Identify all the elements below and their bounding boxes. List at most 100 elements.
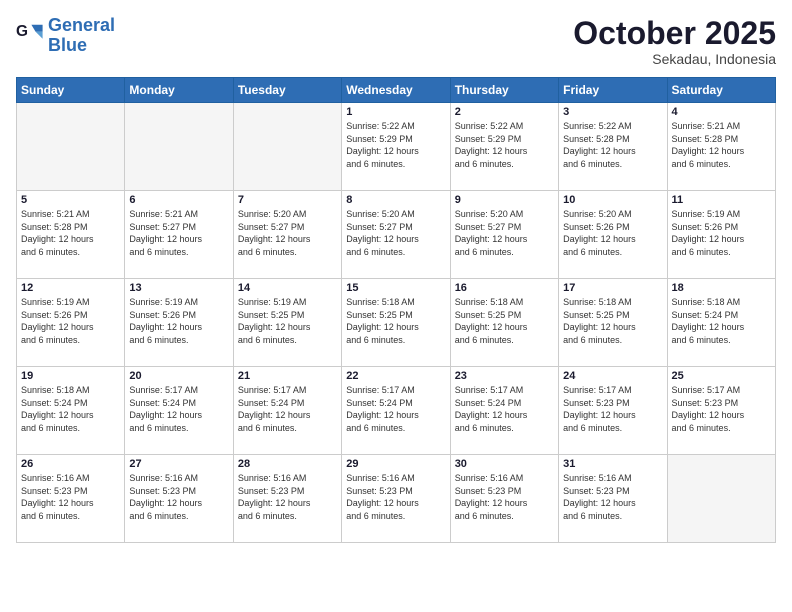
day-info: Sunrise: 5:19 AM Sunset: 5:25 PM Dayligh… <box>238 296 337 346</box>
calendar-cell: 16 Sunrise: 5:18 AM Sunset: 5:25 PM Dayli… <box>450 279 558 367</box>
weekday-header-thursday: Thursday <box>450 78 558 103</box>
calendar-cell: 29 Sunrise: 5:16 AM Sunset: 5:23 PM Dayli… <box>342 455 450 543</box>
day-info: Sunrise: 5:20 AM Sunset: 5:26 PM Dayligh… <box>563 208 662 258</box>
header: G General Blue October 2025 Sekadau, Ind… <box>16 16 776 67</box>
calendar-cell: 27 Sunrise: 5:16 AM Sunset: 5:23 PM Dayli… <box>125 455 233 543</box>
day-number: 21 <box>238 370 337 382</box>
day-info: Sunrise: 5:21 AM Sunset: 5:27 PM Dayligh… <box>129 208 228 258</box>
calendar-cell: 12 Sunrise: 5:19 AM Sunset: 5:26 PM Dayli… <box>17 279 125 367</box>
day-number: 22 <box>346 370 445 382</box>
day-number: 17 <box>563 282 662 294</box>
day-number: 3 <box>563 106 662 118</box>
calendar-cell <box>17 103 125 191</box>
day-info: Sunrise: 5:20 AM Sunset: 5:27 PM Dayligh… <box>238 208 337 258</box>
day-number: 24 <box>563 370 662 382</box>
calendar-cell <box>233 103 341 191</box>
location-subtitle: Sekadau, Indonesia <box>573 51 776 67</box>
calendar-cell: 28Sunrise: 5:16 AM Sunset: 5:23 PM Dayli… <box>233 455 341 543</box>
calendar-cell: 24Sunrise: 5:17 AM Sunset: 5:23 PM Dayli… <box>559 367 667 455</box>
day-info: Sunrise: 5:16 AM Sunset: 5:23 PM Dayligh… <box>238 472 337 522</box>
calendar-cell: 9Sunrise: 5:20 AM Sunset: 5:27 PM Daylig… <box>450 191 558 279</box>
day-number: 6 <box>129 194 228 206</box>
day-info: Sunrise: 5:17 AM Sunset: 5:24 PM Dayligh… <box>346 384 445 434</box>
day-info: Sunrise: 5:16 AM Sunset: 5:23 PM Dayligh… <box>346 472 445 522</box>
calendar-cell: 5Sunrise: 5:21 AM Sunset: 5:28 PM Daylig… <box>17 191 125 279</box>
day-info: Sunrise: 5:19 AM Sunset: 5:26 PM Dayligh… <box>129 296 228 346</box>
day-number: 9 <box>455 194 554 206</box>
calendar-cell: 4 Sunrise: 5:21 AM Sunset: 5:28 PM Daylig… <box>667 103 775 191</box>
day-info: Sunrise: 5:22 AM Sunset: 5:29 PM Dayligh… <box>455 120 554 170</box>
calendar-week-5: 26 Sunrise: 5:16 AM Sunset: 5:23 PM Dayli… <box>17 455 776 543</box>
day-number: 4 <box>672 106 771 118</box>
day-info: Sunrise: 5:21 AM Sunset: 5:28 PM Dayligh… <box>21 208 120 258</box>
day-info: Sunrise: 5:17 AM Sunset: 5:23 PM Dayligh… <box>672 384 771 434</box>
day-info: Sunrise: 5:16 AM Sunset: 5:23 PM Dayligh… <box>129 472 228 522</box>
calendar-cell: 1 Sunrise: 5:22 AM Sunset: 5:29 PM Daylig… <box>342 103 450 191</box>
calendar-week-2: 5Sunrise: 5:21 AM Sunset: 5:28 PM Daylig… <box>17 191 776 279</box>
weekday-header-row: SundayMondayTuesdayWednesdayThursdayFrid… <box>17 78 776 103</box>
calendar-cell: 20 Sunrise: 5:17 AM Sunset: 5:24 PM Dayli… <box>125 367 233 455</box>
calendar-cell: 21Sunrise: 5:17 AM Sunset: 5:24 PM Dayli… <box>233 367 341 455</box>
calendar-week-3: 12 Sunrise: 5:19 AM Sunset: 5:26 PM Dayli… <box>17 279 776 367</box>
calendar-cell: 2 Sunrise: 5:22 AM Sunset: 5:29 PM Daylig… <box>450 103 558 191</box>
day-number: 7 <box>238 194 337 206</box>
day-info: Sunrise: 5:19 AM Sunset: 5:26 PM Dayligh… <box>21 296 120 346</box>
calendar-cell: 10Sunrise: 5:20 AM Sunset: 5:26 PM Dayli… <box>559 191 667 279</box>
day-info: Sunrise: 5:17 AM Sunset: 5:24 PM Dayligh… <box>455 384 554 434</box>
day-number: 27 <box>129 458 228 470</box>
day-info: Sunrise: 5:21 AM Sunset: 5:28 PM Dayligh… <box>672 120 771 170</box>
day-number: 31 <box>563 458 662 470</box>
calendar-week-4: 19 Sunrise: 5:18 AM Sunset: 5:24 PM Dayli… <box>17 367 776 455</box>
calendar-cell: 13 Sunrise: 5:19 AM Sunset: 5:26 PM Dayli… <box>125 279 233 367</box>
logo-line1: General <box>48 15 115 35</box>
day-info: Sunrise: 5:18 AM Sunset: 5:25 PM Dayligh… <box>346 296 445 346</box>
day-number: 19 <box>21 370 120 382</box>
day-number: 15 <box>346 282 445 294</box>
day-info: Sunrise: 5:18 AM Sunset: 5:25 PM Dayligh… <box>455 296 554 346</box>
weekday-header-wednesday: Wednesday <box>342 78 450 103</box>
day-number: 26 <box>21 458 120 470</box>
calendar-cell: 8 Sunrise: 5:20 AM Sunset: 5:27 PM Daylig… <box>342 191 450 279</box>
day-info: Sunrise: 5:22 AM Sunset: 5:29 PM Dayligh… <box>346 120 445 170</box>
calendar-cell: 23 Sunrise: 5:17 AM Sunset: 5:24 PM Dayli… <box>450 367 558 455</box>
day-number: 29 <box>346 458 445 470</box>
weekday-header-sunday: Sunday <box>17 78 125 103</box>
day-number: 20 <box>129 370 228 382</box>
calendar-cell: 19 Sunrise: 5:18 AM Sunset: 5:24 PM Dayli… <box>17 367 125 455</box>
calendar-cell: 31 Sunrise: 5:16 AM Sunset: 5:23 PM Dayli… <box>559 455 667 543</box>
calendar-cell: 26 Sunrise: 5:16 AM Sunset: 5:23 PM Dayli… <box>17 455 125 543</box>
calendar-cell: 6 Sunrise: 5:21 AM Sunset: 5:27 PM Daylig… <box>125 191 233 279</box>
day-info: Sunrise: 5:19 AM Sunset: 5:26 PM Dayligh… <box>672 208 771 258</box>
calendar-cell: 30Sunrise: 5:16 AM Sunset: 5:23 PM Dayli… <box>450 455 558 543</box>
weekday-header-saturday: Saturday <box>667 78 775 103</box>
day-info: Sunrise: 5:18 AM Sunset: 5:25 PM Dayligh… <box>563 296 662 346</box>
day-number: 1 <box>346 106 445 118</box>
day-info: Sunrise: 5:18 AM Sunset: 5:24 PM Dayligh… <box>672 296 771 346</box>
day-number: 14 <box>238 282 337 294</box>
day-number: 13 <box>129 282 228 294</box>
day-number: 18 <box>672 282 771 294</box>
logo-line2: Blue <box>48 35 87 55</box>
calendar-cell: 22 Sunrise: 5:17 AM Sunset: 5:24 PM Dayli… <box>342 367 450 455</box>
day-number: 23 <box>455 370 554 382</box>
day-info: Sunrise: 5:16 AM Sunset: 5:23 PM Dayligh… <box>455 472 554 522</box>
calendar-table: SundayMondayTuesdayWednesdayThursdayFrid… <box>16 77 776 543</box>
day-info: Sunrise: 5:16 AM Sunset: 5:23 PM Dayligh… <box>563 472 662 522</box>
day-info: Sunrise: 5:20 AM Sunset: 5:27 PM Dayligh… <box>346 208 445 258</box>
day-info: Sunrise: 5:18 AM Sunset: 5:24 PM Dayligh… <box>21 384 120 434</box>
day-number: 25 <box>672 370 771 382</box>
calendar-cell: 18 Sunrise: 5:18 AM Sunset: 5:24 PM Dayli… <box>667 279 775 367</box>
day-number: 12 <box>21 282 120 294</box>
day-number: 11 <box>672 194 771 206</box>
day-number: 16 <box>455 282 554 294</box>
calendar-cell: 25 Sunrise: 5:17 AM Sunset: 5:23 PM Dayli… <box>667 367 775 455</box>
day-number: 2 <box>455 106 554 118</box>
svg-text:G: G <box>16 23 28 40</box>
day-info: Sunrise: 5:17 AM Sunset: 5:24 PM Dayligh… <box>129 384 228 434</box>
calendar-cell: 17 Sunrise: 5:18 AM Sunset: 5:25 PM Dayli… <box>559 279 667 367</box>
logo-icon: G <box>16 22 44 50</box>
calendar-cell <box>125 103 233 191</box>
day-number: 8 <box>346 194 445 206</box>
day-info: Sunrise: 5:16 AM Sunset: 5:23 PM Dayligh… <box>21 472 120 522</box>
weekday-header-monday: Monday <box>125 78 233 103</box>
